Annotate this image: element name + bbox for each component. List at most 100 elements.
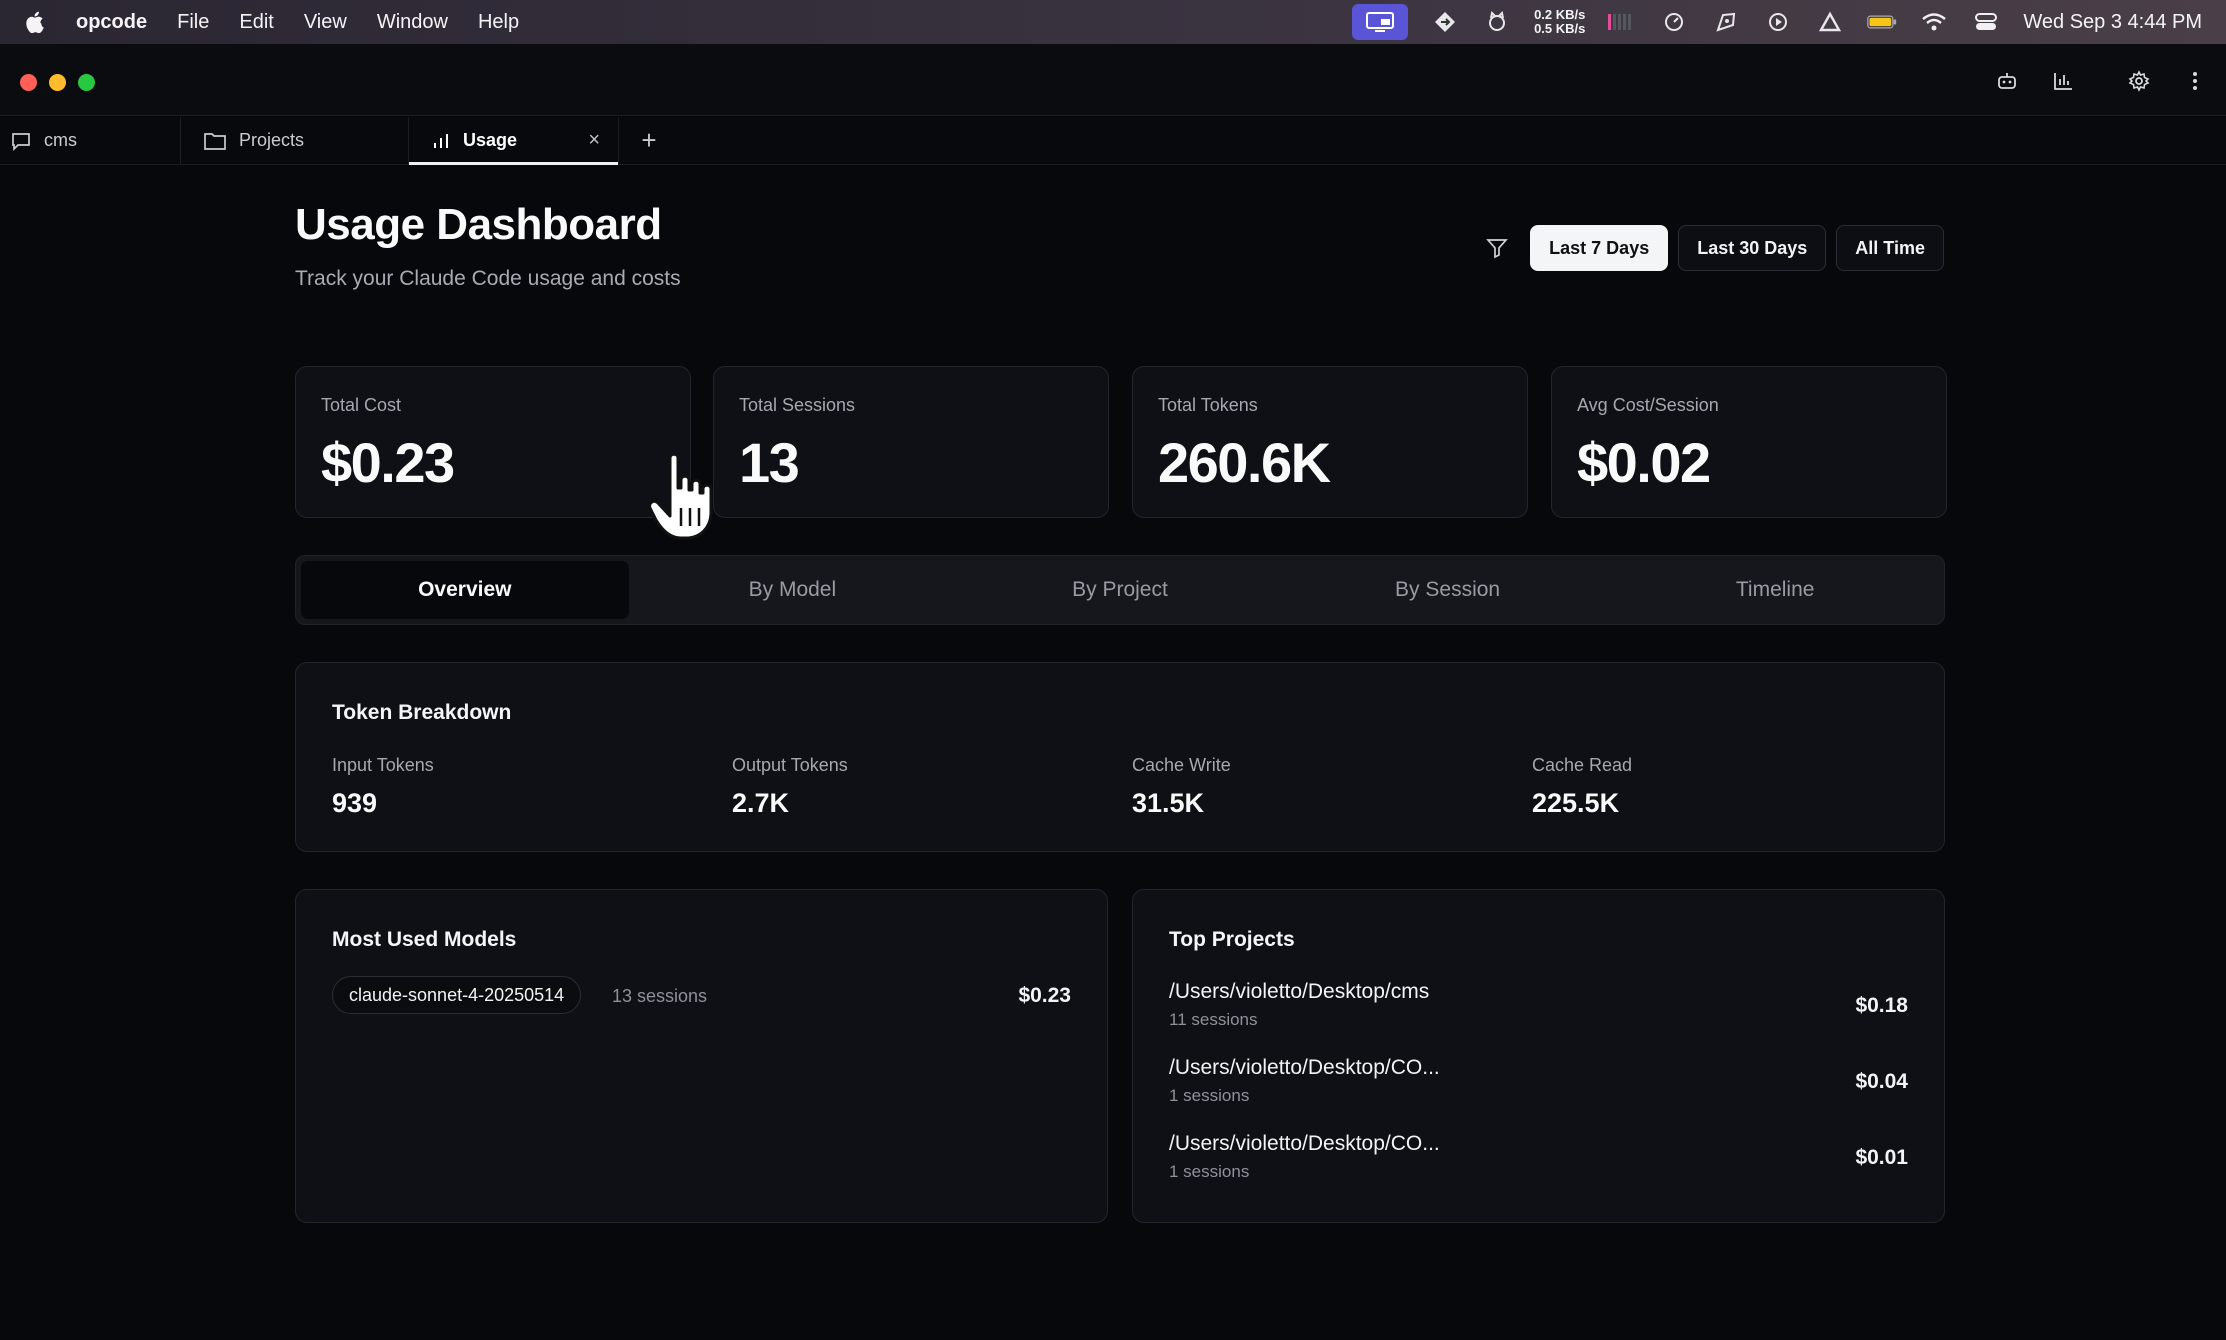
page-title: Usage Dashboard bbox=[295, 200, 662, 249]
tab-label: cms bbox=[44, 130, 77, 150]
token-label: Cache Write bbox=[1132, 755, 1231, 775]
panel-title: Token Breakdown bbox=[332, 701, 512, 724]
stat-card-total-sessions: Total Sessions 13 bbox=[713, 366, 1109, 518]
project-sessions: 1 sessions bbox=[1169, 1162, 1250, 1181]
model-cost: $0.23 bbox=[1018, 984, 1071, 1007]
apple-logo-icon[interactable] bbox=[24, 10, 46, 34]
stat-label: Total Tokens bbox=[1158, 395, 1258, 415]
hand-pointer-cursor-icon bbox=[648, 452, 713, 540]
token-label: Cache Read bbox=[1532, 755, 1633, 775]
cat-icon[interactable] bbox=[1482, 7, 1512, 37]
titlebar-actions bbox=[1994, 68, 2208, 94]
speedometer-icon[interactable] bbox=[1659, 7, 1689, 37]
cpu-graph-icon[interactable] bbox=[1607, 7, 1637, 37]
tab-cms[interactable]: cms bbox=[0, 117, 181, 164]
project-cost: $0.01 bbox=[1855, 1146, 1908, 1169]
menu-help[interactable]: Help bbox=[478, 11, 519, 34]
folder-icon bbox=[204, 132, 226, 150]
play-circle-icon[interactable] bbox=[1763, 7, 1793, 37]
menu-file[interactable]: File bbox=[177, 11, 209, 34]
range-last-7-days-button[interactable]: Last 7 Days bbox=[1530, 225, 1669, 271]
stat-card-total-tokens: Total Tokens 260.6K bbox=[1132, 366, 1528, 518]
tab-projects[interactable]: Projects bbox=[181, 117, 409, 164]
project-cost: $0.18 bbox=[1855, 994, 1908, 1017]
token-value: 2.7K bbox=[732, 788, 790, 818]
most-used-models-panel: Most Used Models claude-sonnet-4-2025051… bbox=[295, 889, 1108, 1223]
project-row[interactable]: /Users/violetto/Desktop/cms 11 sessions … bbox=[1169, 980, 1908, 1040]
zoom-window-button[interactable] bbox=[78, 74, 95, 91]
menu-view[interactable]: View bbox=[304, 11, 347, 34]
net-upload: 0.2 KB/s bbox=[1534, 7, 1586, 22]
token-value: 31.5K bbox=[1132, 788, 1205, 818]
token-value: 939 bbox=[332, 788, 378, 818]
stat-label: Avg Cost/Session bbox=[1577, 395, 1719, 415]
window-titlebar bbox=[0, 44, 2226, 116]
net-download: 0.5 KB/s bbox=[1534, 21, 1586, 36]
battery-icon[interactable] bbox=[1867, 7, 1897, 37]
filter-icon bbox=[1482, 233, 1512, 263]
project-path: /Users/violetto/Desktop/CO... bbox=[1169, 1056, 1440, 1079]
tab-timeline[interactable]: Timeline bbox=[1611, 561, 1939, 619]
panel-title: Most Used Models bbox=[332, 928, 517, 951]
project-cost: $0.04 bbox=[1855, 1070, 1908, 1093]
model-badge: claude-sonnet-4-20250514 bbox=[332, 976, 582, 1014]
bar-chart-icon bbox=[434, 133, 448, 148]
tab-by-model[interactable]: By Model bbox=[629, 561, 957, 619]
tab-label: Projects bbox=[239, 130, 305, 150]
top-projects-panel: Top Projects /Users/violetto/Desktop/cms… bbox=[1132, 889, 1945, 1223]
menu-window[interactable]: Window bbox=[377, 11, 448, 34]
view-tabs: Overview By Model By Project By Session … bbox=[295, 555, 1945, 625]
model-sessions: 13 sessions bbox=[612, 986, 708, 1006]
close-tab-icon[interactable]: × bbox=[588, 129, 600, 152]
more-vertical-icon[interactable] bbox=[2182, 68, 2208, 94]
app-menu-name[interactable]: opcode bbox=[76, 11, 147, 34]
minimize-window-button[interactable] bbox=[49, 74, 66, 91]
stat-value: $0.02 bbox=[1577, 431, 1711, 494]
control-center-icon[interactable] bbox=[1971, 7, 2001, 37]
token-breakdown-panel: Token Breakdown Input Tokens 939 Output … bbox=[295, 662, 1945, 852]
date-range-selector: Last 7 Days Last 30 Days All Time bbox=[1482, 225, 1944, 271]
tab-usage[interactable]: Usage × bbox=[409, 117, 619, 165]
stat-card-total-cost: Total Cost $0.23 bbox=[295, 366, 691, 518]
token-stat-input: Input Tokens 939 bbox=[332, 755, 434, 819]
project-row[interactable]: /Users/violetto/Desktop/CO... 1 sessions… bbox=[1169, 1132, 1908, 1192]
project-sessions: 1 sessions bbox=[1169, 1086, 1250, 1105]
range-last-30-days-button[interactable]: Last 30 Days bbox=[1678, 225, 1827, 271]
range-all-time-button[interactable]: All Time bbox=[1836, 225, 1944, 271]
tab-by-session[interactable]: By Session bbox=[1284, 561, 1612, 619]
project-path: /Users/violetto/Desktop/CO... bbox=[1169, 1132, 1440, 1155]
screen-share-icon[interactable] bbox=[1352, 4, 1409, 40]
stat-value: $0.23 bbox=[321, 431, 455, 494]
usage-chart-icon[interactable] bbox=[2050, 68, 2076, 94]
new-tab-button[interactable]: + bbox=[619, 117, 679, 164]
panel-title: Top Projects bbox=[1169, 928, 1295, 951]
close-window-button[interactable] bbox=[20, 74, 37, 91]
chat-icon bbox=[12, 132, 30, 151]
stat-label: Total Cost bbox=[321, 395, 402, 415]
stat-label: Total Sessions bbox=[739, 395, 856, 415]
tab-overview[interactable]: Overview bbox=[301, 561, 629, 619]
wifi-icon[interactable] bbox=[1919, 7, 1949, 37]
project-sessions: 11 sessions bbox=[1169, 1010, 1258, 1029]
page-subtitle: Track your Claude Code usage and costs bbox=[295, 267, 681, 290]
triangle-icon[interactable] bbox=[1815, 7, 1845, 37]
pen-tool-icon[interactable] bbox=[1711, 7, 1741, 37]
project-row[interactable]: /Users/violetto/Desktop/CO... 1 sessions… bbox=[1169, 1056, 1908, 1116]
stat-value: 13 bbox=[739, 431, 800, 494]
token-label: Input Tokens bbox=[332, 755, 434, 775]
macos-menu-bar: opcode File Edit View Window Help 0.2 KB… bbox=[0, 0, 2226, 44]
diamond-arrow-icon[interactable] bbox=[1430, 7, 1460, 37]
menubar-clock[interactable]: Wed Sep 3 4:44 PM bbox=[2023, 11, 2202, 34]
tab-label: Usage bbox=[463, 130, 518, 150]
agent-robot-icon[interactable] bbox=[1994, 68, 2020, 94]
token-stat-output: Output Tokens 2.7K bbox=[732, 755, 848, 819]
token-value: 225.5K bbox=[1532, 788, 1620, 818]
tab-by-project[interactable]: By Project bbox=[956, 561, 1284, 619]
menu-edit[interactable]: Edit bbox=[239, 11, 273, 34]
traffic-lights bbox=[20, 74, 95, 91]
network-speed-readout[interactable]: 0.2 KB/s 0.5 KB/s bbox=[1534, 8, 1585, 36]
token-label: Output Tokens bbox=[732, 755, 848, 775]
token-stat-cache-read: Cache Read 225.5K bbox=[1532, 755, 1632, 819]
settings-gear-icon[interactable] bbox=[2126, 68, 2152, 94]
token-stat-cache-write: Cache Write 31.5K bbox=[1132, 755, 1231, 819]
